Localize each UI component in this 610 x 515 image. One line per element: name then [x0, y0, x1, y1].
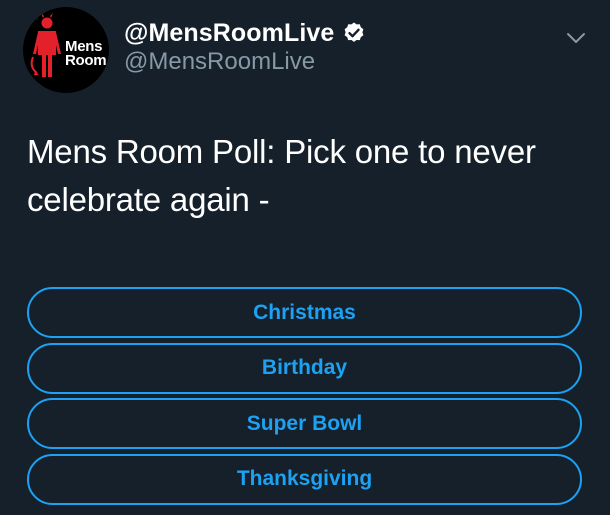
- poll-option-christmas[interactable]: Christmas: [27, 287, 582, 338]
- tweet-card: Mens Room @MensRoomLive @MensRoomLive Me…: [0, 0, 610, 515]
- poll-option-super-bowl[interactable]: Super Bowl: [27, 398, 582, 449]
- poll-option-thanksgiving[interactable]: Thanksgiving: [27, 453, 582, 505]
- tweet-text: Mens Room Poll: Pick one to never celebr…: [27, 133, 536, 218]
- chevron-down-icon[interactable]: [566, 31, 586, 45]
- avatar[interactable]: Mens Room: [23, 7, 109, 93]
- logo-text-line2: Room: [65, 52, 107, 69]
- display-name[interactable]: @MensRoomLive: [124, 19, 334, 48]
- verified-badge-icon: [345, 22, 364, 42]
- user-handle[interactable]: @MensRoomLive: [124, 48, 315, 76]
- display-name-row[interactable]: @MensRoomLive: [124, 17, 366, 49]
- poll-option-birthday[interactable]: Birthday: [27, 342, 582, 394]
- poll: Christmas Birthday Super Bowl Thanksgivi…: [27, 287, 582, 509]
